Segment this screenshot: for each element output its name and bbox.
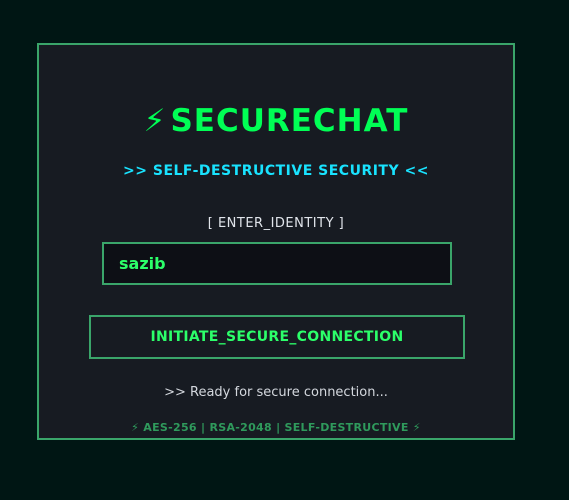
lightning-icon: ⚡ (143, 103, 167, 139)
initiate-connection-button[interactable]: INITIATE_SECURE_CONNECTION (89, 315, 465, 359)
login-panel: ⚡ SECURECHAT >> SELF-DESTRUCTIVE SECURITY… (37, 43, 515, 440)
connection-status: >> Ready for secure connection... (164, 385, 388, 400)
identity-input[interactable] (102, 242, 452, 285)
app-title-text: SECURECHAT (170, 103, 409, 139)
app-subtitle: >> SELF-DESTRUCTIVE SECURITY << (123, 163, 429, 179)
identity-label: [ ENTER_IDENTITY ] (207, 216, 345, 231)
app-title: ⚡ SECURECHAT (39, 103, 513, 139)
encryption-footer: ⚡ AES-256 | RSA-2048 | SELF-DESTRUCTIVE … (131, 421, 421, 434)
